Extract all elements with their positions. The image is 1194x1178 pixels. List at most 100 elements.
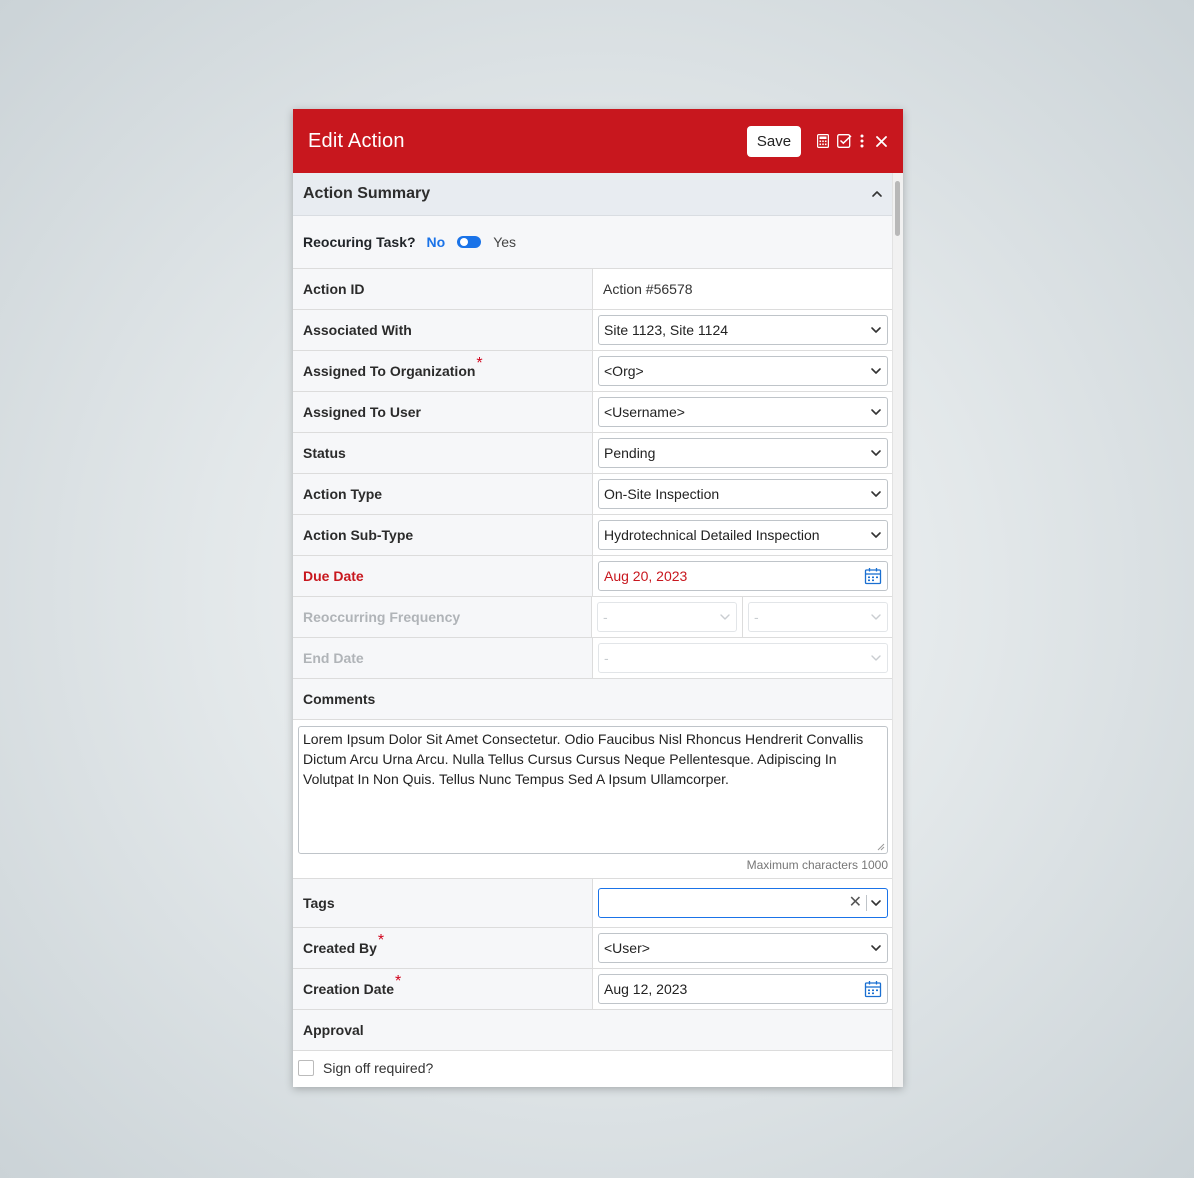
recurring-task-row: Reocuring Task? No Yes — [293, 216, 893, 269]
action-subtype-value: Hydrotechnical Detailed Inspection — [604, 527, 820, 543]
frequency-interval-select[interactable]: - — [597, 602, 737, 632]
assigned-user-row: Assigned To User <Username> — [293, 392, 893, 433]
action-subtype-select[interactable]: Hydrotechnical Detailed Inspection — [598, 520, 888, 550]
save-button[interactable]: Save — [747, 125, 801, 157]
due-date-value: Aug 20, 2023 — [604, 568, 688, 584]
associated-with-label: Associated With — [293, 310, 593, 350]
dialog-titlebar: Edit Action Save — [293, 109, 903, 173]
comments-textarea[interactable]: Lorem Ipsum Dolor Sit Amet Consectetur. … — [298, 726, 888, 854]
recurring-task-label: Reocuring Task? — [303, 234, 416, 250]
chevron-down-icon — [870, 324, 882, 336]
signoff-row: Sign off required? — [293, 1051, 893, 1084]
status-label: Status — [293, 433, 593, 473]
chevron-down-icon — [870, 942, 882, 954]
creation-date-picker[interactable]: Aug 12, 2023 — [598, 974, 888, 1004]
created-by-label-text: Created By — [303, 940, 377, 956]
dialog-title: Edit Action — [308, 129, 405, 152]
assigned-user-value: <Username> — [604, 404, 685, 420]
created-by-label: Created By * — [293, 928, 593, 968]
due-date-label: Due Date — [293, 556, 593, 596]
tags-label: Tags — [293, 879, 593, 927]
more-vertical-icon[interactable] — [858, 133, 866, 149]
approval-label: Approval — [293, 1010, 893, 1051]
comments-container: Lorem Ipsum Dolor Sit Amet Consectetur. … — [293, 720, 893, 879]
required-marker: * — [476, 355, 483, 372]
scrollbar-thumb[interactable] — [895, 181, 900, 236]
action-type-row: Action Type On-Site Inspection — [293, 474, 893, 515]
status-value: Pending — [604, 445, 656, 461]
associated-with-select[interactable]: Site 1123, Site 1124 — [598, 315, 888, 345]
recurring-task-toggle[interactable] — [457, 236, 482, 248]
action-id-label: Action ID — [293, 269, 593, 309]
due-date-row: Due Date Aug 20, 2023 — [293, 556, 893, 597]
assigned-org-label-text: Assigned To Organization — [303, 363, 476, 379]
created-by-select[interactable]: <User> — [598, 933, 888, 963]
recurring-yes-label: Yes — [493, 234, 517, 250]
divider — [742, 596, 743, 638]
creation-date-label-text: Creation Date — [303, 981, 395, 997]
assigned-org-select[interactable]: <Org> — [598, 356, 888, 386]
action-subtype-row: Action Sub-Type Hydrotechnical Detailed … — [293, 515, 893, 556]
associated-with-row: Associated With Site 1123, Site 1124 — [293, 310, 893, 351]
assigned-org-value: <Org> — [604, 363, 644, 379]
checklist-icon[interactable] — [835, 133, 853, 149]
required-marker: * — [377, 932, 385, 949]
assigned-user-label: Assigned To User — [293, 392, 593, 432]
close-icon[interactable] — [874, 133, 888, 149]
creation-date-row: Creation Date * Aug 12, 2023 — [293, 969, 893, 1010]
chevron-up-icon[interactable] — [871, 188, 883, 200]
calendar-icon[interactable] — [864, 980, 882, 998]
end-date-select[interactable]: - — [598, 643, 888, 673]
frequency-unit-value: - — [754, 609, 759, 625]
assigned-user-select[interactable]: <Username> — [598, 397, 888, 427]
assigned-org-row: Assigned To Organization * <Org> — [293, 351, 893, 392]
calendar-icon[interactable] — [864, 567, 882, 585]
chevron-down-icon — [870, 488, 882, 500]
chevron-down-icon — [870, 652, 882, 664]
section-title: Action Summary — [303, 185, 431, 202]
action-type-select[interactable]: On-Site Inspection — [598, 479, 888, 509]
created-by-row: Created By * <User> — [293, 928, 893, 969]
end-date-row: End Date - — [293, 638, 893, 679]
frequency-unit-select[interactable]: - — [748, 602, 888, 632]
chevron-down-icon — [870, 406, 882, 418]
comments-text: Lorem Ipsum Dolor Sit Amet Consectetur. … — [303, 731, 864, 787]
end-date-value: - — [604, 650, 609, 666]
assigned-org-label: Assigned To Organization * — [293, 351, 593, 391]
action-summary-header[interactable]: Action Summary — [293, 173, 893, 216]
reoccurring-frequency-row: Reoccurring Frequency - - — [293, 596, 893, 638]
action-type-value: On-Site Inspection — [604, 486, 720, 502]
dialog-body: Action Summary Reocuring Task? No Yes Ac… — [293, 173, 893, 1087]
action-id-row: Action ID Action #56578 — [293, 269, 893, 310]
chevron-down-icon — [870, 611, 882, 623]
chevron-down-icon — [870, 529, 882, 541]
signoff-label: Sign off required? — [323, 1059, 434, 1076]
chevron-down-icon[interactable] — [870, 897, 882, 909]
chevron-down-icon — [719, 611, 731, 623]
clear-icon[interactable]: ✕ — [845, 895, 867, 911]
tags-multiselect[interactable]: ✕ — [598, 888, 888, 918]
calculator-icon[interactable] — [816, 133, 830, 149]
status-select[interactable]: Pending — [598, 438, 888, 468]
recurring-no-label: No — [426, 234, 446, 250]
required-marker: * — [395, 973, 402, 990]
status-row: Status Pending — [293, 433, 893, 474]
max-characters-hint: Maximum characters 1000 — [746, 858, 888, 872]
creation-date-label: Creation Date * — [293, 969, 593, 1009]
action-subtype-label: Action Sub-Type — [293, 515, 593, 555]
reoccurring-frequency-label: Reoccurring Frequency — [293, 597, 592, 637]
frequency-interval-value: - — [603, 609, 608, 625]
comments-label: Comments — [293, 679, 893, 720]
action-id-value: Action #56578 — [603, 281, 693, 297]
end-date-label: End Date — [293, 638, 593, 678]
resize-handle-icon[interactable] — [877, 843, 885, 851]
tags-row: Tags ✕ — [293, 879, 893, 928]
due-date-picker[interactable]: Aug 20, 2023 — [598, 561, 888, 591]
associated-with-value: Site 1123, Site 1124 — [604, 322, 729, 338]
edit-action-dialog: Edit Action Save Action Summary Reocurin… — [293, 109, 903, 1087]
created-by-value: <User> — [604, 940, 650, 956]
scrollbar[interactable] — [892, 173, 903, 1087]
chevron-down-icon — [870, 365, 882, 377]
signoff-checkbox[interactable] — [298, 1059, 314, 1076]
creation-date-value: Aug 12, 2023 — [604, 981, 688, 997]
